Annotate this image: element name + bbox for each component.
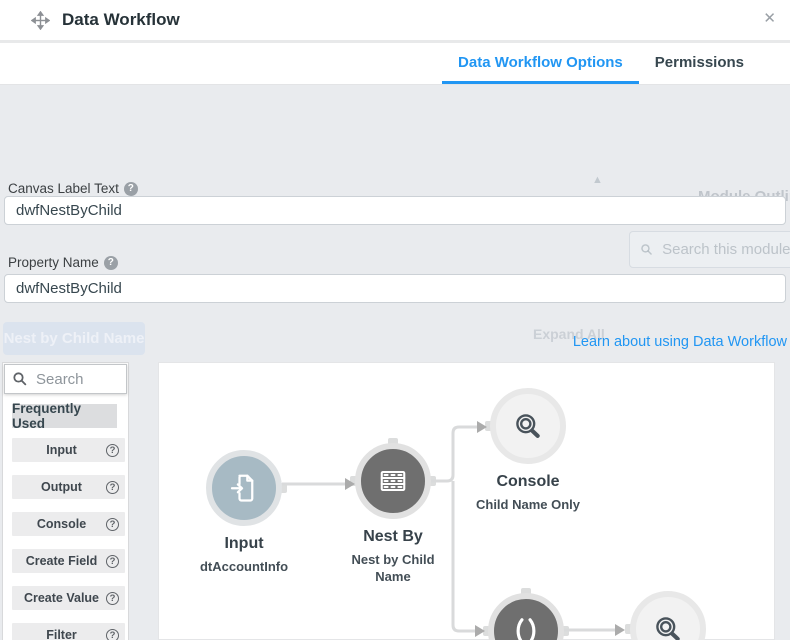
page-title: Data Workflow [62, 10, 180, 29]
table-icon [380, 470, 406, 492]
item-label: Console [36, 517, 87, 531]
sidebar-item-filter[interactable]: Filter ? [12, 623, 125, 640]
module-search-placeholder: Search this module... [662, 241, 790, 258]
search-icon [13, 372, 27, 386]
sidebar-item-create-field[interactable]: Create Field ? [12, 549, 125, 573]
modal-body: ▲ Module Outline Search this module... E… [0, 85, 790, 640]
modal-header: Data Workflow ✕ [0, 0, 790, 40]
canvas-label-text-input[interactable] [4, 196, 786, 225]
help-icon[interactable]: ? [123, 181, 138, 196]
search-icon [641, 244, 652, 255]
field-label-text: Property Name [8, 255, 99, 270]
data-workflow-modal: Data Workflow ✕ Data Workflow Options Pe… [0, 0, 790, 641]
learn-about-link[interactable]: Learn about using Data Workflow [573, 334, 787, 350]
move-icon[interactable] [30, 10, 50, 30]
sidebar-item-output[interactable]: Output ? [12, 475, 125, 499]
help-icon[interactable]: ? [106, 591, 119, 605]
node-subtitle: Child Name Only [475, 497, 581, 512]
sidebar-search[interactable] [4, 364, 127, 394]
help-icon[interactable]: ? [106, 443, 119, 457]
property-name-label: Property Name ? [8, 255, 118, 270]
node-nest-by[interactable]: Nest By Nest by Child Name [318, 443, 468, 586]
file-import-icon [230, 474, 254, 502]
input-node-circle [206, 450, 282, 526]
node-title: Console [496, 473, 560, 490]
node-title: Nest By [363, 528, 423, 545]
item-label: Output [41, 480, 82, 494]
help-icon[interactable]: ? [106, 628, 119, 640]
tab-data-workflow-options[interactable]: Data Workflow Options [442, 43, 639, 84]
size-node-circle [488, 593, 564, 640]
nest-by-node-circle [355, 443, 431, 519]
node-subtitle: dtAccountInfo [199, 559, 289, 574]
scroll-up-icon: ▲ [592, 174, 603, 186]
field-label-text: Canvas Label Text [8, 181, 119, 196]
help-icon[interactable]: ? [103, 255, 118, 270]
tab-permissions[interactable]: Permissions [639, 43, 760, 84]
magnifier-icon [656, 617, 680, 640]
node-subtitle: Nest by Child Name [351, 552, 435, 584]
sidebar-item-create-value[interactable]: Create Value ? [12, 586, 125, 610]
item-label: Filter [46, 628, 77, 640]
sidebar-item-input[interactable]: Input ? [12, 438, 125, 462]
node-console-size[interactable]: Console size [593, 591, 743, 640]
property-name-input[interactable] [4, 274, 786, 303]
console-node-circle [490, 388, 566, 464]
console-node-circle [630, 591, 706, 640]
nest-by-child-name-ghost-button: Nest by Child Name [3, 322, 145, 355]
module-sidebar: Frequently Used Input ? Output ? Console… [2, 362, 129, 640]
item-label: Create Value [23, 591, 100, 605]
sidebar-search-input[interactable] [34, 369, 123, 389]
frequently-used-header: Frequently Used [12, 401, 117, 431]
node-size[interactable]: Size [451, 593, 601, 640]
workflow-canvas[interactable]: Input dtAccountInfo Nest By Nest by Chil… [158, 362, 775, 640]
item-label: Input [46, 443, 77, 457]
parentheses-icon [516, 618, 536, 640]
node-input[interactable]: Input dtAccountInfo [169, 450, 319, 576]
canvas-label-text-label: Canvas Label Text ? [8, 181, 138, 196]
node-title: Input [224, 535, 264, 552]
module-search-box: Search this module... [629, 231, 790, 268]
item-label: Create Field [25, 554, 98, 568]
sidebar-item-console[interactable]: Console ? [12, 512, 125, 536]
help-icon[interactable]: ? [106, 554, 119, 568]
close-icon[interactable]: ✕ [763, 10, 776, 28]
magnifier-icon [516, 414, 540, 438]
help-icon[interactable]: ? [106, 517, 119, 531]
tab-bar: Data Workflow Options Permissions [0, 43, 790, 85]
help-icon[interactable]: ? [106, 480, 119, 494]
node-console-child-name-only[interactable]: Console Child Name Only [453, 388, 603, 514]
